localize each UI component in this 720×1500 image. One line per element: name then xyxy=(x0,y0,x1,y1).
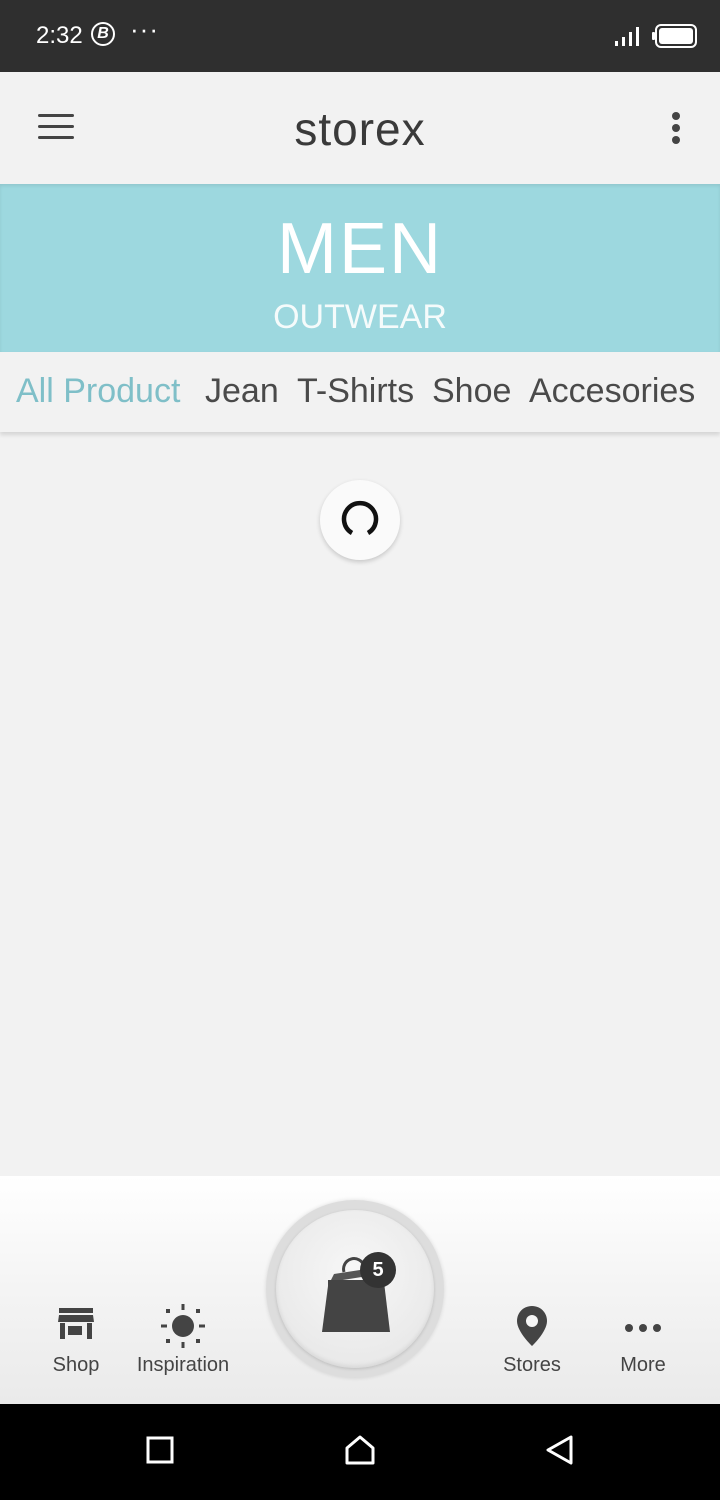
back-triangle-icon[interactable] xyxy=(544,1434,574,1466)
recents-square-icon[interactable] xyxy=(146,1436,174,1464)
status-more-dots: ··· xyxy=(130,14,159,44)
loading-spinner xyxy=(320,480,400,560)
tab-accesories[interactable]: Accesories xyxy=(529,372,695,411)
nav-label-more: More xyxy=(620,1354,666,1376)
location-pin-icon xyxy=(472,1304,592,1348)
notification-badge-icon: B xyxy=(91,22,115,46)
app-title: storex xyxy=(294,103,426,155)
tab-jean[interactable]: Jean xyxy=(205,372,279,411)
banner-title: MEN xyxy=(277,209,443,289)
overflow-menu-icon[interactable] xyxy=(664,108,688,148)
bottom-navigation: Shop Inspiration 5 Stores More xyxy=(0,1176,720,1404)
tab-all-product[interactable]: All Product xyxy=(16,372,180,411)
system-navigation-bar xyxy=(0,1404,720,1500)
cart-button[interactable] xyxy=(276,1210,434,1368)
nav-shop[interactable]: Shop xyxy=(16,1304,136,1377)
nav-more[interactable]: More xyxy=(583,1304,703,1377)
battery-icon xyxy=(652,24,697,48)
spinner-icon xyxy=(341,500,379,535)
nav-label-inspiration: Inspiration xyxy=(136,1354,230,1376)
tab-t-shirts[interactable]: T-Shirts xyxy=(297,372,414,411)
nav-label-shop: Shop xyxy=(52,1354,100,1376)
category-banner: MEN OUTWEAR xyxy=(0,184,720,352)
tab-shoe[interactable]: Shoe xyxy=(432,372,511,411)
status-bar: 2:32 B ··· xyxy=(0,0,720,72)
sun-icon xyxy=(123,1304,243,1348)
signal-icon xyxy=(615,27,639,46)
store-icon xyxy=(16,1304,136,1348)
status-time: 2:32 xyxy=(36,22,83,49)
category-tabs: All Product Jean T-Shirts Shoe Accesorie… xyxy=(0,352,720,432)
home-icon[interactable] xyxy=(344,1434,376,1466)
cart-count-badge: 5 xyxy=(360,1252,396,1288)
nav-label-stores: Stores xyxy=(503,1354,561,1376)
banner-subtitle: OUTWEAR xyxy=(273,298,447,336)
more-horizontal-icon xyxy=(583,1304,703,1348)
nav-stores[interactable]: Stores xyxy=(472,1304,592,1377)
app-bar: storex xyxy=(0,72,720,184)
nav-inspiration[interactable]: Inspiration xyxy=(123,1304,243,1377)
